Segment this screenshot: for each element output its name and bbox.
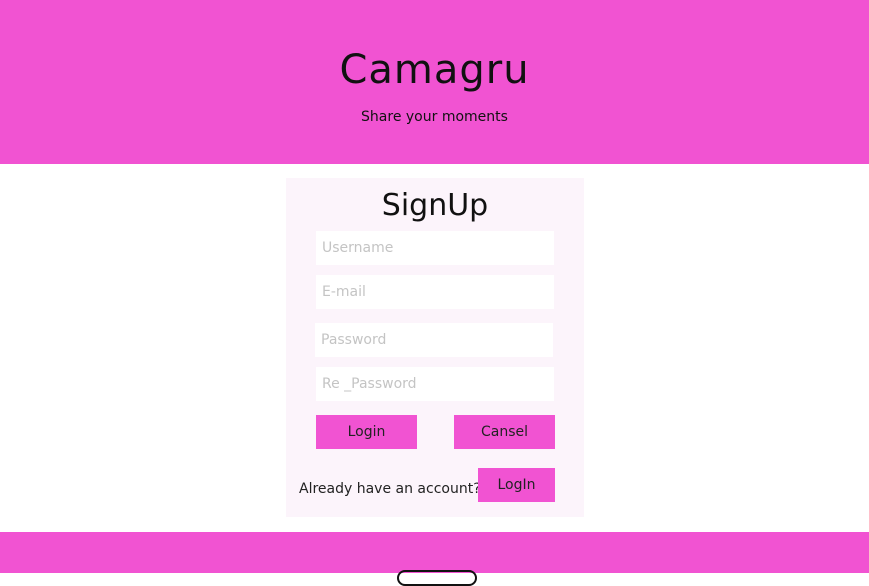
signup-heading: SignUp (381, 188, 489, 223)
site-tagline: Share your moments (361, 109, 508, 125)
repassword-input[interactable] (316, 367, 554, 401)
username-input[interactable] (316, 231, 554, 265)
signup-form: SignUp Login Cansel Already have an acco… (286, 178, 584, 517)
login-button[interactable]: Login (316, 415, 417, 449)
footer-pill[interactable] (397, 570, 477, 586)
email-input[interactable] (316, 275, 554, 309)
site-header: Camagru Share your moments (0, 0, 869, 164)
site-title: Camagru (339, 47, 530, 93)
account-prompt: Already have an account? (299, 481, 481, 497)
cancel-button[interactable]: Cansel (454, 415, 555, 449)
site-footer (0, 532, 869, 586)
login-link-button[interactable]: LogIn (478, 468, 555, 502)
password-input[interactable] (315, 323, 553, 357)
